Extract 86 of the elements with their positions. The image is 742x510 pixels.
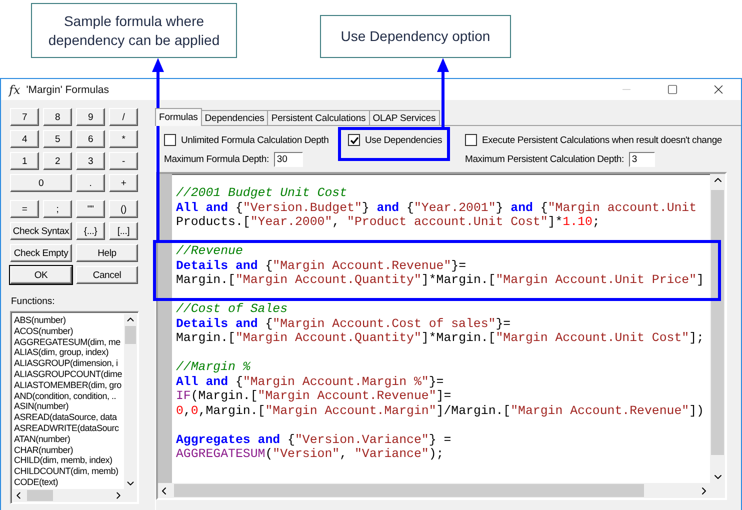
code-line: Margin.["Margin Account.Quantity"]*Margin.["Margin Account.Unit Price"]	[176, 273, 705, 288]
function-item[interactable]: CHILDCOUNT(dim, memb)	[13, 466, 124, 477]
function-item[interactable]: ABS(number)	[13, 315, 124, 326]
keypad-button[interactable]: *	[109, 130, 138, 148]
function-item[interactable]: ACOS(number)	[13, 326, 124, 337]
keypad-button[interactable]: ()	[109, 200, 138, 218]
function-item[interactable]: ALIASTOMEMBER(dim, gro	[13, 380, 124, 391]
keypad-button[interactable]: Check Empty	[10, 244, 72, 262]
code-line: Details and {"Margin Account.Cost of sales"}=	[176, 316, 512, 331]
depth-field[interactable]: 3	[628, 152, 655, 167]
code-line: AGGREGATESUM("Version", "Variance");	[176, 447, 445, 462]
field-label: Maximum Formula Depth:	[164, 154, 269, 165]
tab[interactable]: Dependencies	[200, 110, 268, 126]
code-line: Aggregates and {"Version.Variance"} =	[176, 432, 452, 447]
code-line: //Revenue	[176, 244, 244, 258]
scrollbar-thumb[interactable]	[125, 326, 136, 344]
keypad-button[interactable]: 6	[76, 130, 105, 148]
keypad-button[interactable]: Help	[76, 244, 138, 262]
tab[interactable]: Formulas	[155, 108, 202, 126]
code-line: IF(Margin.["Margin Account.Revenue"]=	[176, 389, 452, 404]
checkbox-label: Execute Persistent Calculations when result doesn't change	[482, 134, 722, 146]
code-line: //Margin %	[176, 360, 252, 374]
keypad-button[interactable]: +	[109, 174, 138, 192]
formula-editor[interactable]	[156, 172, 727, 500]
scrollbar[interactable]	[710, 174, 725, 483]
code-line: Margin.["Margin Account.Quantity"]*Margin.["Margin Account.Unit Cost"];	[176, 331, 705, 346]
keypad-button[interactable]: 2	[43, 152, 72, 170]
function-item[interactable]: ASREADWRITE(dataSourc	[13, 422, 124, 434]
checkbox-label: Use Dependencies	[365, 134, 442, 146]
code-line: 0,0,Margin.["Margin Account.Margin"]/Margin.["Margin Account.Revenue"])	[176, 404, 705, 418]
keypad-button[interactable]: 5	[43, 130, 72, 148]
app-icon: fx	[9, 82, 20, 96]
checkbox[interactable]	[164, 134, 176, 146]
functions-label: Functions:	[11, 296, 56, 307]
keypad-button[interactable]: 0	[10, 174, 72, 192]
code-line: All and {"Margin Account.Margin %"}=	[176, 374, 445, 389]
code-line: //Cost of Sales	[176, 302, 289, 316]
function-item[interactable]: ALIAS(dim, group, index)	[13, 347, 124, 358]
keypad-button[interactable]: OK	[10, 266, 72, 284]
function-item[interactable]: ALIASGROUPCOUNT(dime	[13, 368, 124, 380]
maximize-icon	[666, 84, 678, 95]
keypad-button[interactable]: [...]	[109, 222, 138, 240]
keypad-button[interactable]: ;	[43, 200, 72, 218]
checkbox[interactable]	[465, 134, 477, 146]
keypad-button[interactable]: 9	[76, 108, 105, 126]
code-line: Products.["Year.2000", "Product account.Unit Cost"]*1.10;	[176, 215, 601, 230]
function-item[interactable]: ASREAD(dataSource, data	[13, 412, 124, 423]
keypad-button[interactable]: Check Syntax	[10, 222, 72, 240]
scrollbar[interactable]	[158, 483, 710, 498]
depth-field[interactable]: 30	[274, 152, 303, 167]
code-line: Details and {"Margin Account.Revenue"}=	[176, 258, 468, 273]
keypad-button[interactable]: {...}	[76, 222, 105, 240]
code-line: All and {"Version.Budget"} and {"Year.2001"} and {"Margin account.Unit	[176, 200, 698, 215]
function-item[interactable]: CHAR(number)	[13, 444, 124, 456]
scrollbar-thumb[interactable]	[711, 190, 724, 455]
window-title: 'Margin' Formulas	[26, 84, 109, 96]
function-item[interactable]: ATAN(number)	[13, 434, 124, 445]
tab[interactable]: OLAP Services	[368, 110, 440, 126]
keypad-button[interactable]: -	[109, 152, 138, 170]
scrollbar-thumb[interactable]	[27, 490, 53, 501]
callout: Use Dependency option	[320, 15, 511, 58]
keypad-button[interactable]: Cancel	[76, 266, 138, 284]
keypad-button[interactable]: .	[76, 174, 105, 192]
keypad-button[interactable]: 7	[10, 108, 39, 126]
keypad-button[interactable]: 1	[10, 152, 39, 170]
keypad-button[interactable]: 4	[10, 130, 39, 148]
keypad-button[interactable]: =	[10, 200, 39, 218]
code-line: //2001 Budget Unit Cost	[176, 186, 348, 200]
function-item[interactable]: AND(condition, condition, ..	[13, 390, 124, 402]
function-item[interactable]: ASIN(number)	[13, 401, 124, 412]
scrollbar-thumb[interactable]	[174, 484, 644, 497]
keypad-button[interactable]: 8	[43, 108, 72, 126]
checkbox[interactable]	[348, 134, 360, 146]
checkbox-label: Unlimited Formula Calculation Depth	[181, 134, 329, 146]
keypad-button[interactable]: ""	[76, 200, 105, 218]
keypad-button[interactable]: 3	[76, 152, 105, 170]
scrollbar[interactable]	[13, 489, 124, 502]
function-item[interactable]: ALIASGROUP(dimension, i	[13, 358, 124, 369]
function-item[interactable]: CHILD(dim, memb, index)	[13, 455, 124, 466]
keypad-button[interactable]: /	[109, 108, 138, 126]
function-item[interactable]: CODE(text)	[13, 476, 124, 488]
field-label: Maximum Persistent Calculation Depth:	[465, 154, 624, 165]
scrollbar[interactable]	[124, 314, 137, 489]
callout: Sample formula where dependency can be applied	[31, 3, 237, 58]
arrow	[437, 58, 449, 127]
function-item[interactable]: AGGREGATESUM(dim, me	[13, 336, 124, 348]
